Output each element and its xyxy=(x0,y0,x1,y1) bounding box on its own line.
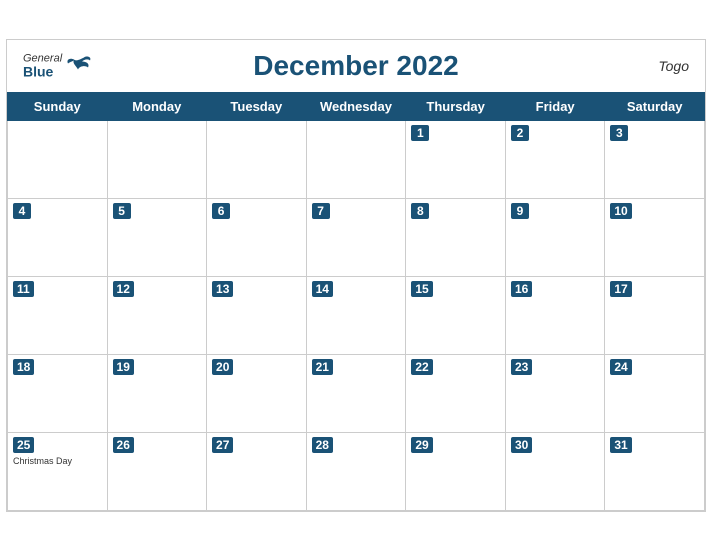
table-row: 12 xyxy=(107,276,207,354)
holiday-label: Christmas Day xyxy=(13,456,102,466)
header-wednesday: Wednesday xyxy=(306,92,406,120)
table-row: 10 xyxy=(605,198,705,276)
day-number: 29 xyxy=(411,437,432,453)
table-row: 25 Christmas Day xyxy=(8,432,108,510)
day-number: 12 xyxy=(113,281,134,297)
calendar-grid: Sunday Monday Tuesday Wednesday Thursday… xyxy=(7,92,705,511)
calendar-week-row: 4 5 6 7 8 9 10 xyxy=(8,198,705,276)
day-number: 15 xyxy=(411,281,432,297)
day-number: 2 xyxy=(511,125,529,141)
table-row: 31 xyxy=(605,432,705,510)
table-row: 16 xyxy=(505,276,604,354)
logo-blue-text: Blue xyxy=(23,64,62,78)
day-number: 28 xyxy=(312,437,333,453)
table-row: 20 xyxy=(207,354,307,432)
table-row xyxy=(207,120,307,198)
table-row: 13 xyxy=(207,276,307,354)
header-friday: Friday xyxy=(505,92,604,120)
table-row: 7 xyxy=(306,198,406,276)
day-number: 6 xyxy=(212,203,230,219)
day-number: 17 xyxy=(610,281,631,297)
table-row: 14 xyxy=(306,276,406,354)
calendar-week-row: 11 12 13 14 15 16 17 xyxy=(8,276,705,354)
day-number: 26 xyxy=(113,437,134,453)
day-number: 27 xyxy=(212,437,233,453)
day-number: 10 xyxy=(610,203,631,219)
header-monday: Monday xyxy=(107,92,207,120)
day-number: 22 xyxy=(411,359,432,375)
table-row xyxy=(8,120,108,198)
calendar-container: General Blue December 2022 Togo Sunday M… xyxy=(6,39,706,512)
day-number: 23 xyxy=(511,359,532,375)
table-row: 3 xyxy=(605,120,705,198)
day-number: 25 xyxy=(13,437,34,453)
calendar-title: December 2022 xyxy=(253,50,458,82)
calendar-week-row: 18 19 20 21 22 23 24 xyxy=(8,354,705,432)
table-row xyxy=(306,120,406,198)
table-row: 11 xyxy=(8,276,108,354)
day-number: 13 xyxy=(212,281,233,297)
table-row: 21 xyxy=(306,354,406,432)
day-number: 5 xyxy=(113,203,131,219)
table-row: 24 xyxy=(605,354,705,432)
day-number: 8 xyxy=(411,203,429,219)
day-number: 31 xyxy=(610,437,631,453)
table-row: 23 xyxy=(505,354,604,432)
table-row: 8 xyxy=(406,198,506,276)
header-sunday: Sunday xyxy=(8,92,108,120)
header-thursday: Thursday xyxy=(406,92,506,120)
day-number: 24 xyxy=(610,359,631,375)
calendar-header: General Blue December 2022 Togo xyxy=(7,40,705,92)
day-number: 30 xyxy=(511,437,532,453)
calendar-week-row: 25 Christmas Day 26 27 28 29 30 31 xyxy=(8,432,705,510)
day-number: 20 xyxy=(212,359,233,375)
table-row: 29 xyxy=(406,432,506,510)
table-row: 2 xyxy=(505,120,604,198)
table-row xyxy=(107,120,207,198)
day-number: 11 xyxy=(13,281,34,297)
table-row: 22 xyxy=(406,354,506,432)
table-row: 6 xyxy=(207,198,307,276)
table-row: 19 xyxy=(107,354,207,432)
day-number: 18 xyxy=(13,359,34,375)
day-number: 21 xyxy=(312,359,333,375)
table-row: 17 xyxy=(605,276,705,354)
table-row: 9 xyxy=(505,198,604,276)
table-row: 18 xyxy=(8,354,108,432)
day-number: 4 xyxy=(13,203,31,219)
table-row: 1 xyxy=(406,120,506,198)
day-number: 1 xyxy=(411,125,429,141)
calendar-week-row: 1 2 3 xyxy=(8,120,705,198)
table-row: 15 xyxy=(406,276,506,354)
table-row: 4 xyxy=(8,198,108,276)
country-label: Togo xyxy=(658,58,689,74)
table-row: 27 xyxy=(207,432,307,510)
weekday-header-row: Sunday Monday Tuesday Wednesday Thursday… xyxy=(8,92,705,120)
header-tuesday: Tuesday xyxy=(207,92,307,120)
logo: General Blue xyxy=(23,53,94,78)
table-row: 28 xyxy=(306,432,406,510)
day-number: 3 xyxy=(610,125,628,141)
logo-bird-icon xyxy=(64,56,94,76)
table-row: 26 xyxy=(107,432,207,510)
day-number: 19 xyxy=(113,359,134,375)
table-row: 30 xyxy=(505,432,604,510)
day-number: 9 xyxy=(511,203,529,219)
day-number: 14 xyxy=(312,281,333,297)
table-row: 5 xyxy=(107,198,207,276)
day-number: 16 xyxy=(511,281,532,297)
day-number: 7 xyxy=(312,203,330,219)
header-saturday: Saturday xyxy=(605,92,705,120)
